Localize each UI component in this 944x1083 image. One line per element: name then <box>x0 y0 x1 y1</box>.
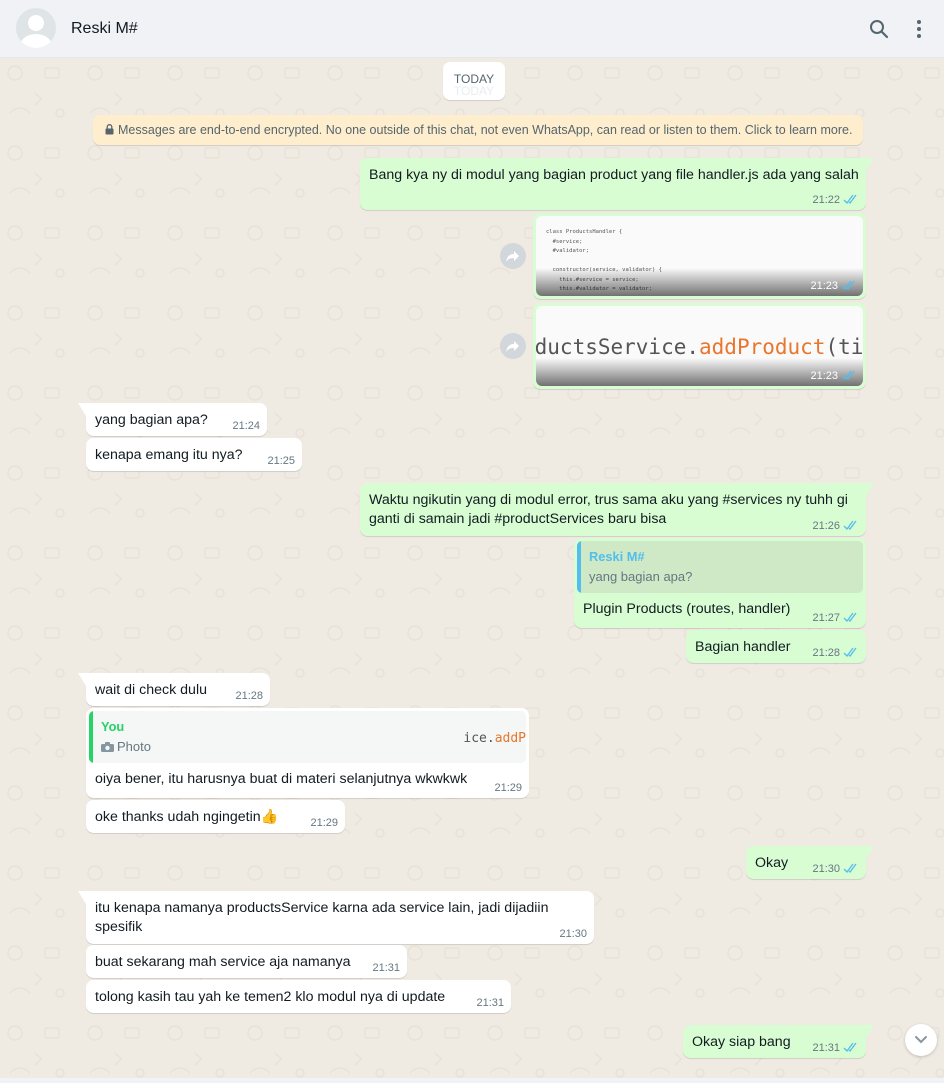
message-time: 21:29 <box>494 782 522 794</box>
code-line: oductsService.addProduct(tit <box>536 335 863 359</box>
message-time: 21:30 <box>812 863 840 875</box>
quote-text: Photo <box>117 739 151 754</box>
date-label-ghost: TODAY <box>453 84 495 98</box>
quoted-message[interactable]: You Photo ice.addP <box>89 711 526 763</box>
message-incoming[interactable]: kenapa emang itu nya? 21:25 <box>86 438 302 471</box>
forward-icon <box>506 341 519 352</box>
message-text: oiya bener, itu harusnya buat di materi … <box>95 771 468 787</box>
message-meta: 21:31 <box>812 1042 859 1054</box>
chat-header: Reski M# <box>0 0 944 58</box>
message-time: 21:22 <box>812 194 840 206</box>
message-meta: 21:28 <box>812 647 859 659</box>
message-text: Okay <box>755 855 789 871</box>
message-time: 21:29 <box>310 817 338 829</box>
message-outgoing[interactable]: Okay siap bang 21:31 <box>683 1025 874 1058</box>
double-check-icon <box>843 647 857 657</box>
message-time: 21:27 <box>812 612 840 624</box>
reply-message[interactable]: You Photo ice.addP oiya bener, itu harus… <box>86 708 529 798</box>
message-meta: 21:27 <box>812 612 859 624</box>
quote-bar <box>577 541 581 593</box>
quote-photo: Photo <box>101 739 151 754</box>
code-screenshot[interactable]: class ProductsHandler { #service; #valid… <box>536 216 863 296</box>
message-incoming[interactable]: wait di check dulu 21:28 <box>78 673 270 706</box>
message-outgoing[interactable]: Waktu ngikutin yang di modul error, trus… <box>360 483 874 536</box>
message-meta: 21:30 <box>812 863 859 875</box>
message-meta: 21:22 <box>812 194 859 206</box>
quote-author: You <box>101 719 125 734</box>
quote-text: yang bagian apa? <box>589 569 693 584</box>
message-time: 21:31 <box>812 1042 840 1054</box>
search-icon[interactable] <box>867 17 891 41</box>
message-time: 21:26 <box>812 520 840 532</box>
message-text: Bagian handler <box>695 639 791 655</box>
message-text: kenapa emang itu nya? <box>95 447 243 463</box>
message-incoming[interactable]: buat sekarang mah service aja namanya 21… <box>86 945 407 978</box>
message-incoming[interactable]: itu kenapa namanya productsService karna… <box>78 891 594 944</box>
message-outgoing[interactable]: Bagian handler 21:28 <box>686 630 866 663</box>
forward-button[interactable] <box>500 333 526 359</box>
scroll-down-button[interactable] <box>905 1024 937 1056</box>
message-outgoing[interactable]: Okay 21:30 <box>746 846 874 879</box>
image-meta: 21:23 <box>810 280 857 292</box>
message-meta: 21:26 <box>812 520 859 532</box>
message-text: Okay siap bang <box>692 1034 791 1050</box>
message-time: 21:24 <box>232 420 260 432</box>
message-outgoing[interactable]: Bang kya ny di modul yang bagian product… <box>360 158 874 210</box>
message-text: tolong kasih tau yah ke temen2 klo modul… <box>95 989 446 1005</box>
double-check-icon <box>841 370 855 380</box>
camera-icon <box>101 742 114 752</box>
double-check-icon <box>843 1042 857 1052</box>
double-check-icon <box>841 280 855 290</box>
quote-author: Reski M# <box>589 549 645 564</box>
message-text: Waktu ngikutin yang di modul error, trus… <box>369 492 848 527</box>
double-check-icon <box>843 520 857 530</box>
message-time: 21:31 <box>372 962 400 974</box>
code-screenshot-zoomed[interactable]: oductsService.addProduct(tit 21:23 <box>536 306 863 386</box>
message-time: 21:25 <box>267 455 295 467</box>
message-text: Bang kya ny di modul yang bagian product… <box>369 167 859 183</box>
message-text: buat sekarang mah service aja namanya <box>95 954 351 970</box>
message-time: 21:23 <box>810 370 838 382</box>
message-time: 21:28 <box>812 647 840 659</box>
quote-thumbnail: ice.addP <box>463 731 526 746</box>
contact-name[interactable]: Reski M# <box>71 20 138 38</box>
image-meta: 21:23 <box>810 370 857 382</box>
bottom-edge <box>0 1078 944 1083</box>
message-text: oke thanks udah ngingetin👍 <box>95 809 279 825</box>
double-check-icon <box>843 863 857 873</box>
message-text: itu kenapa namanya productsService karna… <box>95 900 549 935</box>
date-divider: TODAY TODAY <box>443 62 505 100</box>
chevron-down-icon <box>915 1036 927 1044</box>
image-message[interactable]: oductsService.addProduct(tit 21:23 <box>533 303 866 389</box>
forward-icon <box>506 251 519 262</box>
menu-icon[interactable] <box>907 17 931 41</box>
lock-icon <box>105 124 114 135</box>
quote-bar <box>89 711 93 763</box>
forward-button[interactable] <box>500 243 526 269</box>
message-time: 21:31 <box>476 997 504 1009</box>
quoted-message[interactable]: Reski M# yang bagian apa? <box>577 541 863 593</box>
encryption-notice-text: Messages are end-to-end encrypted. No on… <box>118 123 853 137</box>
double-check-icon <box>843 612 857 622</box>
message-text: Plugin Products (routes, handler) <box>583 601 791 617</box>
message-incoming[interactable]: yang bagian apa? 21:24 <box>78 403 267 436</box>
message-incoming[interactable]: tolong kasih tau yah ke temen2 klo modul… <box>86 980 511 1013</box>
message-incoming[interactable]: oke thanks udah ngingetin👍 21:29 <box>86 800 345 833</box>
message-text: wait di check dulu <box>95 682 207 698</box>
double-check-icon <box>843 194 857 204</box>
message-text: yang bagian apa? <box>95 412 208 428</box>
chat-area[interactable]: TODAY TODAY Messages are end-to-end encr… <box>0 58 944 1083</box>
image-message[interactable]: class ProductsHandler { #service; #valid… <box>533 213 866 299</box>
reply-message[interactable]: Reski M# yang bagian apa? Plugin Product… <box>574 538 866 628</box>
message-time: 21:23 <box>810 280 838 292</box>
contact-avatar[interactable] <box>16 8 56 48</box>
message-time: 21:30 <box>559 928 587 940</box>
encryption-notice[interactable]: Messages are end-to-end encrypted. No on… <box>93 115 863 145</box>
message-time: 21:28 <box>235 690 263 702</box>
